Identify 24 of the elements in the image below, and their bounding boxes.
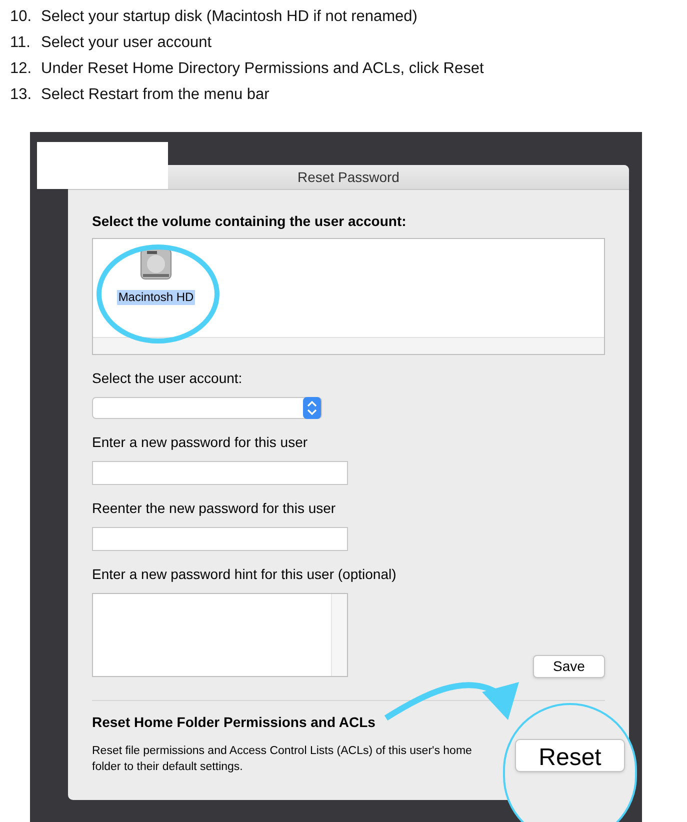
field-label: Reenter the new password for this user xyxy=(92,499,337,517)
password-field[interactable] xyxy=(92,527,348,551)
section-description: Reset file permissions and Access Control Lists (ACLs) of this user's home folder to their default settings. xyxy=(92,744,473,775)
step-number: 11. xyxy=(10,33,32,54)
step-text: Under Reset Home Directory Permissions and ACLs, click Reset xyxy=(41,59,484,80)
step-text: Select Restart from the menu bar xyxy=(41,85,270,106)
volume-label[interactable]: Macintosh HD xyxy=(117,290,195,305)
step-text: Select your user account xyxy=(41,33,212,54)
account-popup[interactable] xyxy=(92,397,322,419)
stepper-icon xyxy=(303,397,321,419)
step-number: 10. xyxy=(10,7,33,28)
step-number: 12. xyxy=(10,59,33,80)
hard-drive-icon xyxy=(139,247,173,281)
field-label: Enter a new password hint for this user (optional) xyxy=(92,565,398,583)
hint-text-area[interactable] xyxy=(92,593,348,677)
save-button[interactable]: Save xyxy=(533,655,605,678)
field-label: Select the user account: xyxy=(92,369,244,387)
section-heading: Reset Home Folder Permissions and ACLs xyxy=(92,713,376,731)
reset-button[interactable]: Reset xyxy=(515,738,625,772)
step-text: Select your startup disk (Macintosh HD if not renamed) xyxy=(41,7,418,28)
field-label: Enter a new password for this user xyxy=(92,433,309,451)
password-field[interactable] xyxy=(92,461,348,485)
volume-prompt: Select the volume containing the user account: xyxy=(92,212,408,230)
step-number: 13. xyxy=(10,85,33,106)
